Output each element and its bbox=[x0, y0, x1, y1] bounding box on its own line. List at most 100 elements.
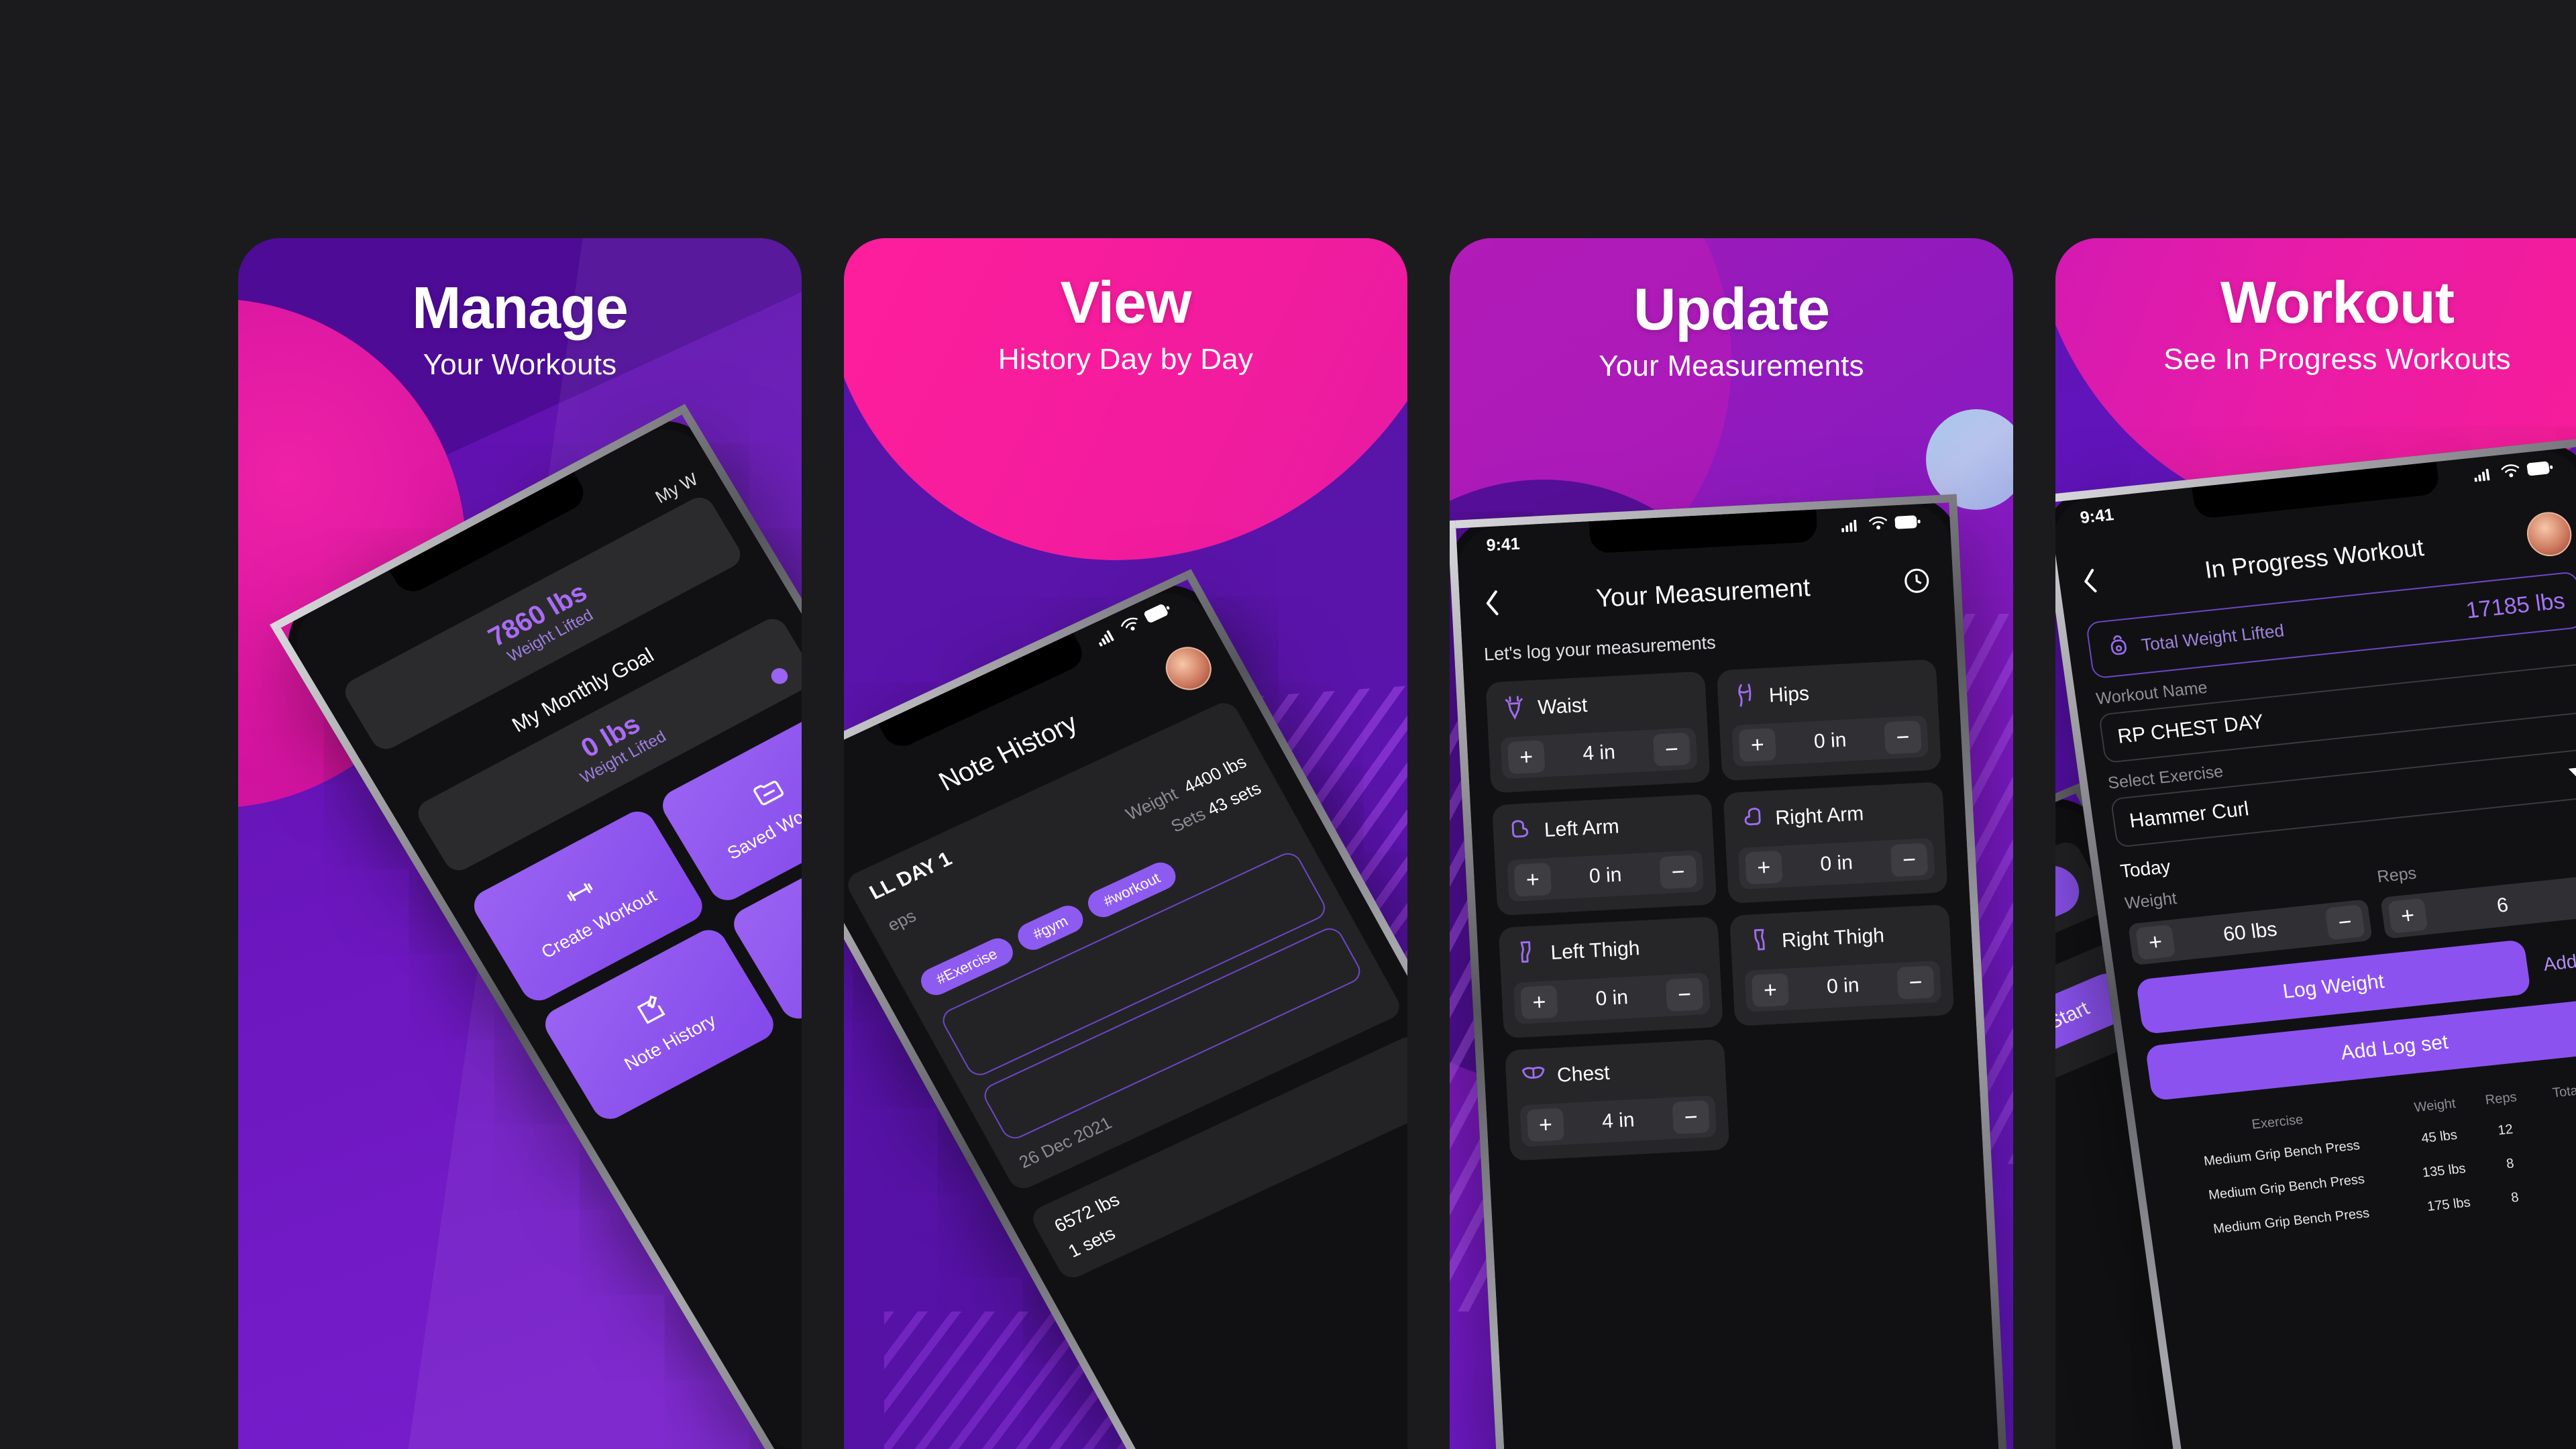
tag-chip[interactable]: #gym bbox=[1012, 901, 1089, 955]
reps-value: 6 bbox=[2495, 894, 2510, 917]
clock-icon[interactable] bbox=[1901, 566, 1933, 600]
measurement-card-hips[interactable]: Hips + 0 in − bbox=[1716, 659, 1942, 782]
decrement-button[interactable]: − bbox=[1652, 732, 1691, 767]
decrement-button[interactable]: − bbox=[1884, 720, 1922, 755]
total-weight-label: Total Weight Lifted bbox=[2140, 620, 2286, 655]
increment-button[interactable]: + bbox=[1520, 985, 1558, 1020]
weight-value: 60 lbs bbox=[2222, 918, 2279, 946]
chest-icon bbox=[1517, 1059, 1550, 1094]
hamburger-icon[interactable] bbox=[844, 816, 854, 851]
measurement-card-waist[interactable]: Waist + 4 in − bbox=[1485, 671, 1711, 794]
cellular-icon bbox=[1093, 625, 1121, 651]
chevron-left-icon[interactable] bbox=[1481, 588, 1505, 622]
measurement-value: 0 in bbox=[1589, 863, 1623, 888]
column-header: Total Weight bbox=[2551, 1078, 2576, 1101]
add-notes-link[interactable]: Add Notes bbox=[2542, 945, 2576, 975]
phone-mockup-update: 9:41 Your Measurement Let's log your mea… bbox=[1450, 494, 2012, 1449]
reps-label: eps bbox=[883, 905, 920, 935]
wifi-icon bbox=[1118, 614, 1145, 639]
quantity-stepper: + 0 in − bbox=[1507, 850, 1705, 902]
total-weight-value: 17185 lbs bbox=[2464, 588, 2567, 624]
quantity-stepper: + 0 in − bbox=[1744, 960, 1942, 1012]
decrement-button[interactable]: − bbox=[1659, 855, 1697, 890]
measurement-grid: Waist + 4 in − Hips + 0 in − Left Arm + … bbox=[1485, 659, 1960, 1161]
quantity-stepper: + 4 in − bbox=[1519, 1095, 1717, 1147]
panel-workout: Workout See In Progress Workouts 21/10/2… bbox=[2055, 238, 2576, 1449]
measurement-name: Waist bbox=[1537, 694, 1589, 719]
screenshot-gallery: Manage Your Workouts My W 7860 lbs Weigh… bbox=[0, 0, 2576, 1449]
measurement-value: 0 in bbox=[1819, 851, 1854, 875]
measurement-name: Left Thigh bbox=[1550, 936, 1641, 964]
decrement-button[interactable]: − bbox=[1672, 1100, 1710, 1134]
chevron-left-icon[interactable] bbox=[2078, 566, 2103, 599]
measurement-card-left-thigh[interactable]: Left Thigh + 0 in − bbox=[1498, 916, 1723, 1038]
note-edit-icon bbox=[629, 990, 675, 1035]
selected-exercise: Hammer Curl bbox=[2128, 798, 2251, 833]
wifi-icon bbox=[1868, 515, 1888, 535]
measurement-name: Chest bbox=[1556, 1061, 1611, 1087]
measurement-value: 0 in bbox=[1595, 986, 1629, 1010]
status-time: 9:41 bbox=[2078, 504, 2115, 527]
cell-reps: 8 bbox=[2505, 1156, 2515, 1172]
avatar[interactable] bbox=[2524, 510, 2575, 559]
battery-icon bbox=[1894, 513, 1921, 534]
increment-button[interactable]: + bbox=[1513, 862, 1552, 897]
measurement-value: 0 in bbox=[1813, 729, 1847, 753]
cell-reps: 8 bbox=[2510, 1189, 2520, 1205]
panel-view: View History Day by Day 9:41 bbox=[844, 238, 1407, 1449]
phone-mockup-in-progress-workout: 9:41 In Progress Workout Total Weight Li… bbox=[2055, 437, 2576, 1449]
measurement-value: 0 in bbox=[1826, 974, 1860, 998]
decrement-button[interactable]: − bbox=[1665, 977, 1704, 1012]
increment-button[interactable]: + bbox=[1526, 1108, 1565, 1142]
increment-button[interactable]: + bbox=[1745, 850, 1783, 885]
cellular-icon bbox=[2473, 465, 2496, 486]
increment-button[interactable]: + bbox=[1507, 740, 1546, 774]
measurement-card-chest[interactable]: Chest + 4 in − bbox=[1505, 1038, 1730, 1161]
bicep-icon bbox=[1505, 814, 1538, 849]
screen-title: In Progress Workout bbox=[2202, 533, 2426, 584]
measurement-value: 4 in bbox=[1601, 1108, 1635, 1133]
avatar[interactable] bbox=[1157, 639, 1220, 698]
measurement-card-right-thigh[interactable]: Right Thigh + 0 in − bbox=[1729, 904, 1955, 1026]
measurement-card-left-arm[interactable]: Left Arm + 0 in − bbox=[1491, 794, 1717, 916]
decor-pink-blob bbox=[844, 238, 1407, 560]
panel-manage: Manage Your Workouts My W 7860 lbs Weigh… bbox=[238, 238, 802, 1449]
chevron-down-icon bbox=[2566, 762, 2576, 787]
waist-icon bbox=[1498, 691, 1531, 727]
log-table: Exercise Weight Reps Total Weight Medium… bbox=[2155, 1069, 2576, 1251]
kettlebell-icon bbox=[2103, 631, 2134, 664]
decrement-button[interactable]: − bbox=[1896, 965, 1935, 1000]
panel-update: Update Your Measurements 9:41 Your Measu… bbox=[1450, 238, 2013, 1449]
quantity-stepper: + 0 in − bbox=[1737, 838, 1935, 890]
measurement-card-right-arm[interactable]: Right Arm + 0 in − bbox=[1723, 782, 1948, 904]
helper-text: Let's log your measurements bbox=[1483, 632, 1717, 665]
increment-button[interactable]: + bbox=[1738, 728, 1777, 762]
quantity-stepper: + 0 in − bbox=[1731, 715, 1929, 767]
dumbbell-icon bbox=[558, 871, 604, 916]
screen-title: Your Measurement bbox=[1595, 574, 1811, 613]
status-time: 9:41 bbox=[1485, 534, 1521, 555]
thigh-icon bbox=[1742, 924, 1775, 960]
increment-button[interactable]: + bbox=[1751, 973, 1790, 1008]
cell-reps: 12 bbox=[2497, 1122, 2514, 1138]
measurement-name: Right Arm bbox=[1774, 802, 1864, 829]
quantity-stepper: + 4 in − bbox=[1500, 727, 1698, 780]
stat-label: Sets bbox=[1167, 804, 1210, 837]
battery-icon bbox=[1142, 600, 1175, 627]
thigh-icon bbox=[1511, 936, 1544, 972]
folder-icon bbox=[747, 771, 792, 816]
measurement-name: Left Arm bbox=[1544, 814, 1620, 841]
cellular-icon bbox=[1841, 516, 1862, 537]
quantity-stepper: + 0 in − bbox=[1513, 972, 1711, 1024]
decrement-button[interactable]: − bbox=[2324, 904, 2365, 941]
increment-button[interactable]: + bbox=[2387, 898, 2428, 934]
measurement-name: Right Thigh bbox=[1781, 924, 1885, 952]
hips-icon bbox=[1729, 679, 1762, 714]
battery-icon bbox=[2526, 459, 2555, 481]
wifi-icon bbox=[2500, 462, 2522, 484]
bicep-icon bbox=[1735, 802, 1768, 837]
increment-button[interactable]: + bbox=[2135, 924, 2176, 961]
measurement-value: 4 in bbox=[1582, 741, 1616, 765]
cell-weight: 175 lbs bbox=[2426, 1195, 2472, 1215]
decrement-button[interactable]: − bbox=[1890, 843, 1929, 877]
